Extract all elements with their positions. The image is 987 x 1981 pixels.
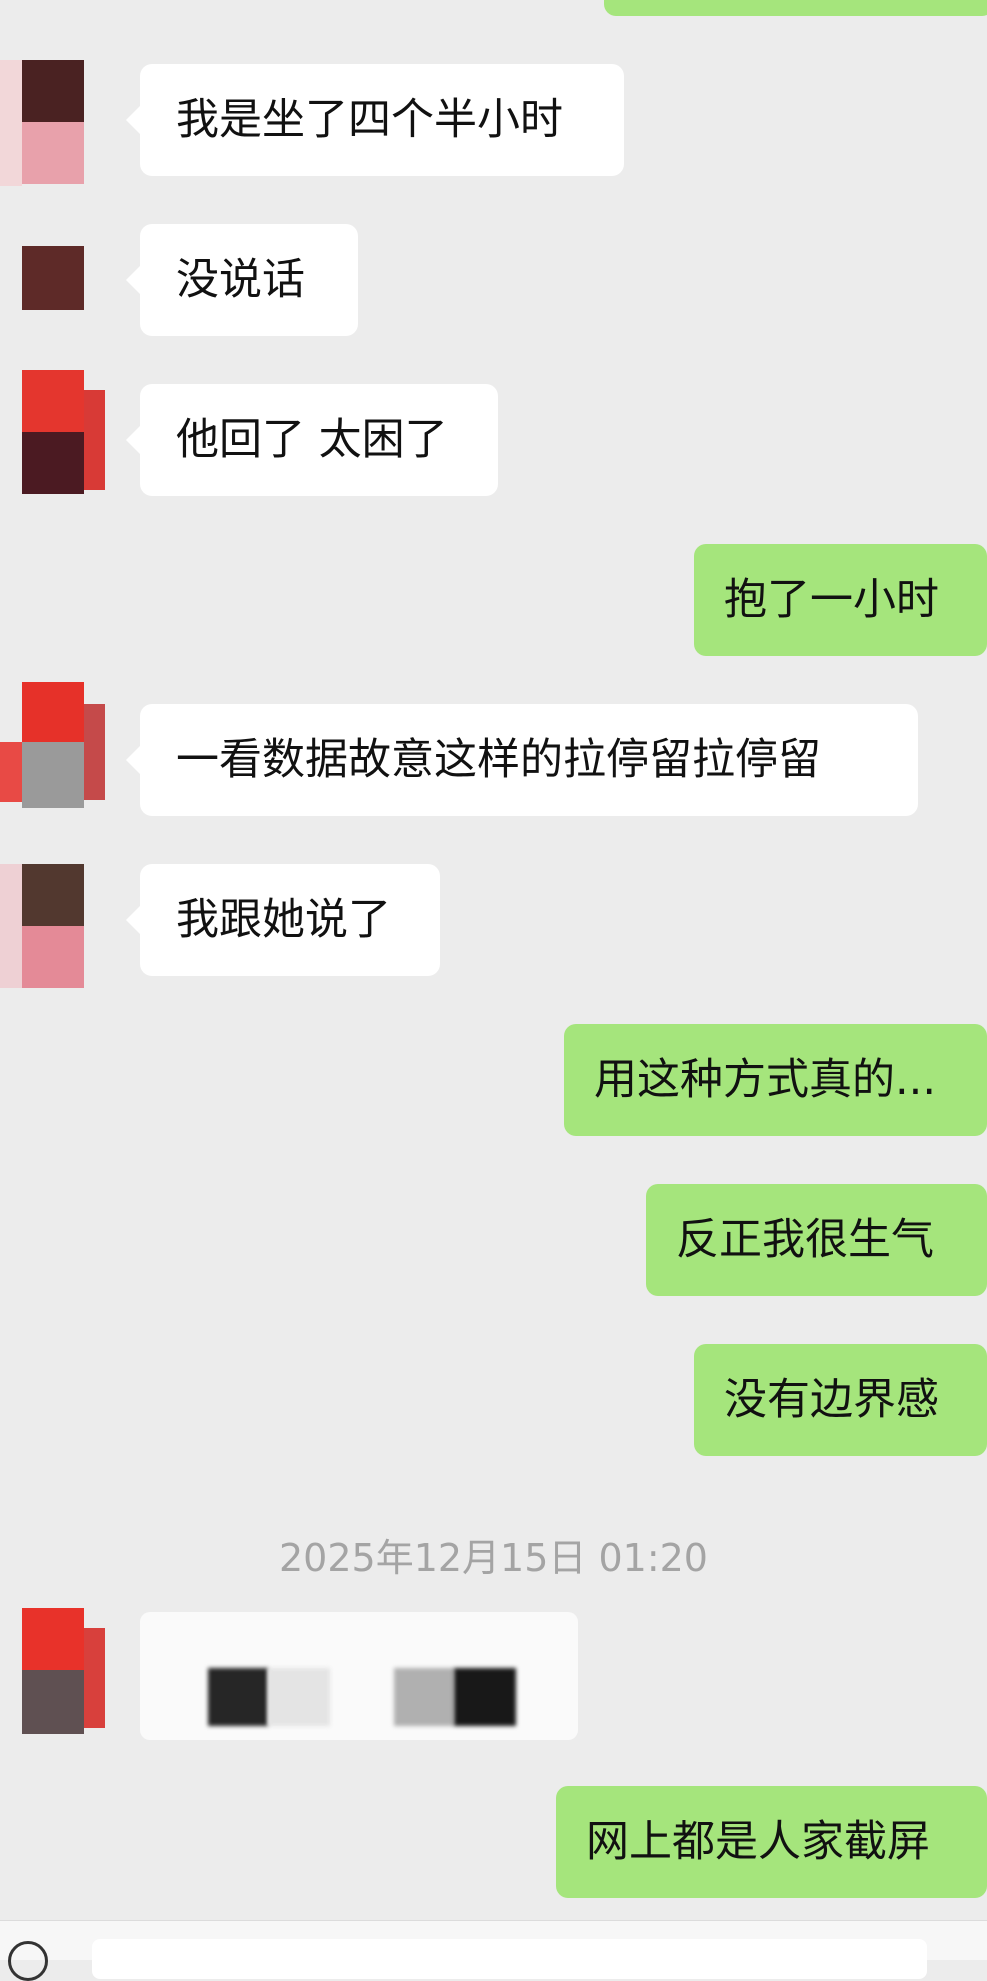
message-text: 他回了 太困了	[176, 415, 448, 465]
message-bubble-incoming[interactable]: 我跟她说了	[126, 864, 440, 976]
message-text: 我跟她说了	[176, 895, 391, 945]
message-text: 一看数据故意这样的拉停留拉停留	[176, 735, 821, 785]
message-bubble-incoming[interactable]: 我是坐了四个半小时	[126, 64, 624, 176]
message-text: 没有边界感	[724, 1375, 939, 1425]
message-text: 没说话	[176, 255, 305, 305]
voice-icon[interactable]	[8, 1941, 48, 1981]
message-bubble-outgoing[interactable]: 反正我很生气	[646, 1184, 987, 1296]
outgoing-bubble-partial[interactable]	[604, 0, 987, 16]
avatar[interactable]	[0, 864, 105, 990]
message-text: 反正我很生气	[676, 1215, 934, 1265]
message-text: 我是坐了四个半小时	[176, 95, 563, 145]
chat-area[interactable]: 我是坐了四个半小时 没说话 他回了 太困了 抱了一小时 一看数据故意这样的拉停留…	[0, 0, 987, 1981]
avatar[interactable]	[0, 370, 105, 496]
message-bubble-incoming[interactable]: 他回了 太困了	[126, 384, 498, 496]
message-bubble-outgoing[interactable]: 用这种方式真的...	[564, 1024, 987, 1136]
avatar[interactable]	[0, 682, 105, 808]
image-blur-block	[394, 1668, 454, 1726]
message-bubble-outgoing[interactable]: 网上都是人家截屏	[556, 1786, 987, 1898]
message-text: 用这种方式真的...	[594, 1055, 937, 1105]
image-blur-block	[208, 1668, 268, 1726]
message-bubble-outgoing[interactable]: 抱了一小时	[694, 544, 987, 656]
input-bar[interactable]	[0, 1920, 987, 1981]
image-blur-block	[454, 1668, 516, 1726]
message-input[interactable]	[92, 1939, 927, 1979]
image-blur-block	[268, 1668, 330, 1726]
message-bubble-incoming[interactable]: 没说话	[126, 224, 358, 336]
message-text: 抱了一小时	[724, 575, 939, 625]
timestamp: 2025年12月15日 01:20	[278, 1536, 708, 1580]
message-text: 网上都是人家截屏	[586, 1817, 930, 1867]
avatar[interactable]	[0, 1608, 105, 1734]
avatar[interactable]	[0, 60, 105, 186]
image-message[interactable]	[140, 1612, 578, 1740]
message-bubble-outgoing[interactable]: 没有边界感	[694, 1344, 987, 1456]
avatar[interactable]	[0, 246, 105, 310]
message-bubble-incoming[interactable]: 一看数据故意这样的拉停留拉停留	[126, 704, 918, 816]
